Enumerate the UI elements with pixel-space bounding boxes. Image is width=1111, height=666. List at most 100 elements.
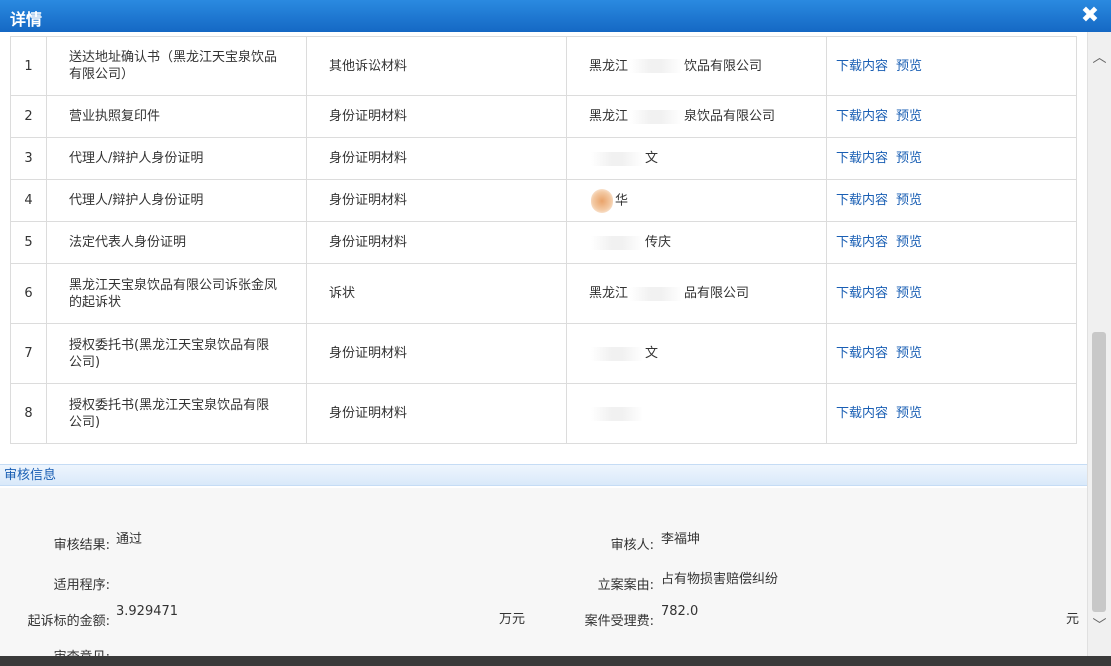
download-link[interactable]: 下载内容 bbox=[836, 151, 888, 166]
download-link[interactable]: 下载内容 bbox=[836, 109, 888, 124]
file-actions: 下载内容 预览 bbox=[826, 137, 1077, 180]
preview-link[interactable]: 预览 bbox=[896, 151, 922, 166]
preview-link[interactable]: 预览 bbox=[896, 235, 922, 250]
amount-label: 起诉标的金额: bbox=[27, 614, 110, 629]
preview-link[interactable]: 预览 bbox=[896, 406, 922, 421]
redaction-mask bbox=[591, 188, 613, 213]
file-submitter: 文 bbox=[566, 323, 827, 384]
submitter-part-b: 饮品有限公司 bbox=[684, 58, 763, 74]
files-table: 1 送达地址确认书（黑龙江天宝泉饮品有限公司） 其他诉讼材料 黑龙江 饮品有限公司 下载内… bbox=[10, 36, 1077, 444]
dialog-content: 1 送达地址确认书（黑龙江天宝泉饮品有限公司） 其他诉讼材料 黑龙江 饮品有限公司 下载内… bbox=[0, 32, 1088, 658]
file-row: 6 黑龙江天宝泉饮品有限公司诉张金凤的起诉状 诉状 黑龙江 品有限公司 下载内容 预览 bbox=[10, 263, 1077, 324]
preview-link[interactable]: 预览 bbox=[896, 193, 922, 208]
file-index: 1 bbox=[10, 36, 47, 96]
file-category: 身份证明材料 bbox=[306, 179, 567, 222]
fee-value: 782.0 bbox=[661, 604, 699, 619]
submitter-part-b: 华 bbox=[615, 193, 629, 208]
file-category: 身份证明材料 bbox=[306, 95, 567, 138]
file-name: 代理人/辩护人身份证明 bbox=[46, 179, 307, 222]
redaction-mask bbox=[591, 406, 643, 421]
file-row: 1 送达地址确认书（黑龙江天宝泉饮品有限公司） 其他诉讼材料 黑龙江 饮品有限公司 下载内… bbox=[10, 36, 1077, 96]
file-submitter: 文 bbox=[566, 137, 827, 180]
scrollbar-thumb[interactable] bbox=[1092, 332, 1106, 612]
file-actions: 下载内容 预览 bbox=[826, 383, 1077, 444]
preview-link[interactable]: 预览 bbox=[896, 286, 922, 301]
submitter-part-a: 黑龙江 bbox=[589, 58, 629, 74]
file-category: 身份证明材料 bbox=[306, 137, 567, 180]
redaction-mask bbox=[630, 109, 683, 124]
redaction-mask bbox=[630, 286, 683, 301]
redaction-mask bbox=[591, 346, 643, 361]
file-submitter: 黑龙江 泉饮品有限公司 bbox=[566, 95, 827, 138]
file-index: 7 bbox=[10, 323, 47, 384]
procedure-label: 适用程序: bbox=[53, 578, 110, 593]
file-row: 3 代理人/辩护人身份证明 身份证明材料 文 下载内容 预览 bbox=[10, 137, 1077, 180]
file-submitter: 传庆 bbox=[566, 221, 827, 264]
file-actions: 下载内容 预览 bbox=[826, 323, 1077, 384]
file-category: 诉状 bbox=[306, 263, 567, 324]
amount-value: 3.929471 bbox=[116, 604, 179, 619]
file-index: 8 bbox=[10, 383, 47, 444]
file-index: 3 bbox=[10, 137, 47, 180]
file-submitter: 华 bbox=[566, 179, 827, 222]
preview-link[interactable]: 预览 bbox=[896, 59, 922, 74]
result-value: 通过 bbox=[116, 532, 143, 547]
submitter-part-b: 传庆 bbox=[645, 235, 672, 250]
file-submitter bbox=[566, 383, 827, 444]
fee-unit: 元 bbox=[1066, 612, 1080, 627]
file-category: 身份证明材料 bbox=[306, 221, 567, 264]
file-name: 送达地址确认书（黑龙江天宝泉饮品有限公司） bbox=[46, 36, 307, 96]
file-index: 5 bbox=[10, 221, 47, 264]
file-actions: 下载内容 预览 bbox=[826, 179, 1077, 222]
redaction-mask bbox=[591, 235, 643, 250]
file-index: 4 bbox=[10, 179, 47, 222]
file-category: 其他诉讼材料 bbox=[306, 36, 567, 96]
submitter-part-b: 泉饮品有限公司 bbox=[684, 109, 776, 124]
file-actions: 下载内容 预览 bbox=[826, 221, 1077, 264]
file-actions: 下载内容 预览 bbox=[826, 95, 1077, 138]
preview-link[interactable]: 预览 bbox=[896, 109, 922, 124]
reviewer-value: 李福坤 bbox=[661, 532, 701, 547]
scroll-up-icon[interactable]: ︿ bbox=[1088, 48, 1111, 68]
result-label: 审核结果: bbox=[53, 538, 110, 553]
amount-unit: 万元 bbox=[499, 612, 526, 627]
download-link[interactable]: 下载内容 bbox=[836, 235, 888, 250]
file-name: 授权委托书(黑龙江天宝泉饮品有限公司) bbox=[46, 383, 307, 444]
file-index: 2 bbox=[10, 95, 47, 138]
download-link[interactable]: 下载内容 bbox=[836, 406, 888, 421]
dialog-title: 详情 bbox=[10, 10, 43, 29]
taskbar-strip bbox=[0, 656, 1111, 666]
redaction-mask bbox=[630, 59, 683, 73]
file-submitter: 黑龙江 品有限公司 bbox=[566, 263, 827, 324]
cause-value: 占有物损害赔偿纠纷 bbox=[661, 572, 779, 587]
submitter-part-b: 文 bbox=[645, 346, 659, 361]
file-index: 6 bbox=[10, 263, 47, 324]
scroll-down-icon[interactable]: ﹀ bbox=[1088, 616, 1111, 636]
file-name: 代理人/辩护人身份证明 bbox=[46, 137, 307, 180]
file-actions: 下载内容 预览 bbox=[826, 36, 1077, 96]
submitter-part-a: 黑龙江 bbox=[589, 109, 629, 124]
dialog-titlebar: 详情 ✖ bbox=[0, 0, 1111, 32]
submitter-part-a: 黑龙江 bbox=[589, 286, 629, 301]
file-row: 7 授权委托书(黑龙江天宝泉饮品有限公司) 身份证明材料 文 下载内容 预览 bbox=[10, 323, 1077, 384]
vertical-scrollbar[interactable]: ︿ ﹀ bbox=[1087, 32, 1111, 658]
download-link[interactable]: 下载内容 bbox=[836, 59, 888, 74]
download-link[interactable]: 下载内容 bbox=[836, 193, 888, 208]
file-row: 4 代理人/辩护人身份证明 身份证明材料 华 下载内容 预览 bbox=[10, 179, 1077, 222]
reviewer-label: 审核人: bbox=[610, 538, 654, 553]
redaction-mask bbox=[591, 151, 643, 166]
download-link[interactable]: 下载内容 bbox=[836, 346, 888, 361]
file-submitter: 黑龙江 饮品有限公司 bbox=[566, 36, 827, 96]
file-actions: 下载内容 预览 bbox=[826, 263, 1077, 324]
download-link[interactable]: 下载内容 bbox=[836, 286, 888, 301]
file-row: 2 营业执照复印件 身份证明材料 黑龙江 泉饮品有限公司 下载内容 预览 bbox=[10, 95, 1077, 138]
cause-label: 立案案由: bbox=[597, 578, 654, 593]
file-name: 营业执照复印件 bbox=[46, 95, 307, 138]
file-category: 身份证明材料 bbox=[306, 383, 567, 444]
fee-label: 案件受理费: bbox=[584, 614, 654, 629]
preview-link[interactable]: 预览 bbox=[896, 346, 922, 361]
file-row: 5 法定代表人身份证明 身份证明材料 传庆 下载内容 预览 bbox=[10, 221, 1077, 264]
review-panel: 审核结果: 通过 审核人: 李福坤 适用程序: 立案案由: 占有物损害赔偿纠纷 … bbox=[0, 488, 1088, 658]
close-icon[interactable]: ✖ bbox=[1077, 2, 1103, 30]
file-name: 法定代表人身份证明 bbox=[46, 221, 307, 264]
